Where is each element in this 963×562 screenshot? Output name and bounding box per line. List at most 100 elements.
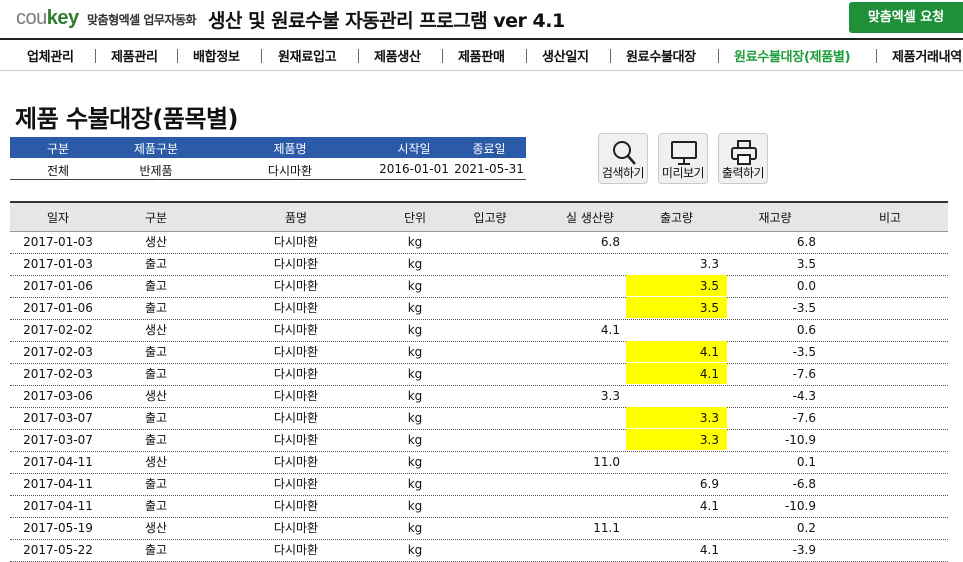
row-type: 출고: [144, 257, 168, 271]
table-row[interactable]: 2017-02-03 출고 다시마환 kg 4.1 -3.5: [10, 341, 948, 364]
row-product-name: 다시마환: [273, 345, 319, 359]
table-row[interactable]: 2017-02-02 생산 다시마환 kg 4.1 0.6: [10, 319, 948, 342]
row-outgoing: 3.5: [626, 275, 727, 296]
row-product-name: 다시마환: [273, 367, 319, 381]
filter-value-row: 전체 반제품 다시마환 2016-01-01 2021-05-31: [10, 158, 526, 180]
row-outgoing: [626, 319, 727, 340]
row-stock: -3.9: [792, 543, 816, 557]
row-product-name: 다시마환: [273, 543, 319, 557]
row-date: 2017-05-19: [23, 521, 93, 535]
filter-product-name-select[interactable]: 다시마환: [230, 162, 350, 179]
row-date: 2017-04-11: [23, 477, 93, 491]
row-stock: 0.1: [796, 455, 816, 469]
filter-product-type-select[interactable]: 반제품: [106, 162, 206, 179]
nav-item-3[interactable]: 배합정보: [193, 46, 240, 65]
search-button-label: 검색하기: [601, 166, 645, 180]
nav-item-8[interactable]: 원료수불대장: [626, 46, 696, 65]
row-product-name: 다시마환: [273, 433, 319, 447]
row-outgoing: [626, 231, 727, 252]
row-product-name: 다시마환: [273, 521, 319, 535]
logo[interactable]: coukey: [16, 7, 79, 30]
row-incoming: [450, 275, 534, 296]
filter-header-category: 구분: [46, 142, 70, 156]
table-row[interactable]: 2017-01-06 출고 다시마환 kg 3.5 -3.5: [10, 297, 948, 320]
page-title: 제품 수불대장(품목별): [15, 105, 239, 133]
row-type: 출고: [144, 279, 168, 293]
table-row[interactable]: 2017-05-22 출고 다시마환 kg 4.1 -3.9: [10, 539, 948, 562]
row-type: 출고: [144, 367, 168, 381]
table-row[interactable]: 2017-04-11 출고 다시마환 kg 4.1 -10.9: [10, 495, 948, 518]
row-product-name: 다시마환: [273, 301, 319, 315]
row-incoming: [450, 385, 534, 406]
row-production: [540, 495, 620, 516]
row-production: [540, 363, 620, 384]
nav-item-6[interactable]: 제품판매: [458, 46, 505, 65]
row-type: 출고: [144, 543, 168, 557]
row-unit: kg: [407, 499, 423, 513]
row-incoming: [450, 539, 534, 560]
row-unit: kg: [407, 543, 423, 557]
row-production: [540, 407, 620, 428]
nav-item-5[interactable]: 제품생산: [374, 46, 421, 65]
filter-category-select[interactable]: 전체: [10, 162, 106, 179]
row-outgoing: 3.5: [626, 297, 727, 318]
preview-button-label: 미리보기: [661, 166, 705, 180]
table-row[interactable]: 2017-01-06 출고 다시마환 kg 3.5 0.0: [10, 275, 948, 298]
row-incoming: [450, 495, 534, 516]
table-row[interactable]: 2017-05-19 생산 다시마환 kg 11.1 0.2: [10, 517, 948, 540]
table-row[interactable]: 2017-04-11 생산 다시마환 kg 11.0 0.1: [10, 451, 948, 474]
row-outgoing: 3.3: [626, 429, 727, 450]
row-unit: kg: [407, 521, 423, 535]
row-unit: kg: [407, 455, 423, 469]
row-incoming: [450, 231, 534, 252]
column-header-production: 실 생산량: [566, 211, 614, 225]
row-product-name: 다시마환: [273, 411, 319, 425]
table-row[interactable]: 2017-03-06 생산 다시마환 kg 3.3 -4.3: [10, 385, 948, 408]
nav-item-7[interactable]: 생산일지: [542, 46, 589, 65]
table-row[interactable]: 2017-01-03 출고 다시마환 kg 3.3 3.5: [10, 253, 948, 276]
row-type: 생산: [144, 389, 168, 403]
row-product-name: 다시마환: [273, 279, 319, 293]
row-outgoing: [626, 451, 727, 472]
row-note: [840, 385, 940, 406]
row-stock: -3.5: [792, 345, 816, 359]
nav-item-1[interactable]: 업체관리: [27, 46, 74, 65]
request-custom-excel-button[interactable]: 맞춤엑셀 요청: [849, 2, 963, 33]
nav-item-2[interactable]: 제품관리: [111, 46, 158, 65]
nav-item-9[interactable]: 원료수불대장(제품별): [734, 46, 851, 65]
row-date: 2017-01-03: [23, 235, 93, 249]
table-row[interactable]: 2017-02-03 출고 다시마환 kg 4.1 -7.6: [10, 363, 948, 386]
nav-item-4[interactable]: 원재료입고: [278, 46, 337, 65]
table-row[interactable]: 2017-03-07 출고 다시마환 kg 3.3 -10.9: [10, 429, 948, 452]
row-outgoing: 3.3: [626, 407, 727, 428]
nav-separator: [177, 49, 178, 63]
monitor-icon: [671, 141, 697, 165]
nav-item-10[interactable]: 제품거래내역: [892, 46, 962, 65]
table-row[interactable]: 2017-01-03 생산 다시마환 kg 6.8 6.8: [10, 231, 948, 254]
row-unit: kg: [407, 367, 423, 381]
filter-header-product-type: 제품구분: [133, 142, 179, 156]
row-date: 2017-01-06: [23, 279, 93, 293]
row-incoming: [450, 517, 534, 538]
preview-button[interactable]: 미리보기: [658, 133, 708, 184]
main-nav: 업체관리 제품관리 배합정보 원재료입고 제품생산 제품판매 생산일지 원료수불대장 원료수불대…: [0, 38, 963, 71]
row-unit: kg: [407, 345, 423, 359]
filter-end-date-input[interactable]: 2021-05-31: [452, 162, 526, 176]
filter-start-date-input[interactable]: 2016-01-01: [376, 162, 452, 176]
column-header-outgoing: 출고량: [659, 211, 694, 225]
row-type: 생산: [144, 235, 168, 249]
row-date: 2017-05-22: [23, 543, 93, 557]
row-date: 2017-01-03: [23, 257, 93, 271]
row-type: 출고: [144, 433, 168, 447]
row-note: [840, 319, 940, 340]
column-header-stock: 재고량: [758, 211, 792, 225]
nav-separator: [442, 49, 443, 63]
row-date: 2017-01-06: [23, 301, 93, 315]
table-row[interactable]: 2017-03-07 출고 다시마환 kg 3.3 -7.6: [10, 407, 948, 430]
search-button[interactable]: 검색하기: [598, 133, 648, 184]
table-row[interactable]: 2017-04-11 출고 다시마환 kg 6.9 -6.8: [10, 473, 948, 496]
app-title: 생산 및 원료수불 자동관리 프로그램 ver 4.1: [208, 10, 565, 32]
nav-separator: [358, 49, 359, 63]
print-button[interactable]: 출력하기: [718, 133, 768, 184]
row-note: [840, 495, 940, 516]
